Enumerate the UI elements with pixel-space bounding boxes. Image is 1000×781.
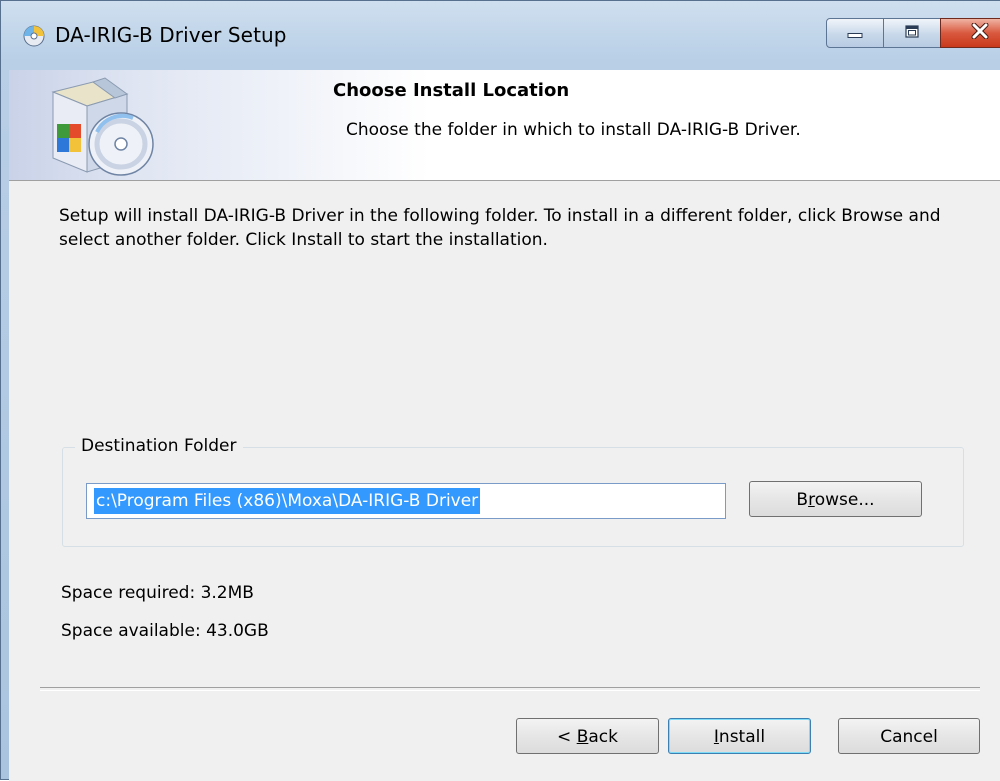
maximize-button[interactable] xyxy=(883,18,941,48)
close-icon xyxy=(971,22,989,43)
page-subtitle: Choose the folder in which to install DA… xyxy=(346,120,801,140)
installer-window: DA-IRIG-B Driver Setup Choose Install Lo… xyxy=(0,0,1000,781)
minimize-button[interactable] xyxy=(826,18,884,48)
minimize-icon xyxy=(847,24,863,43)
browse-button[interactable]: Browse... xyxy=(749,481,922,517)
dialog-client-area: Choose Install Location Choose the folde… xyxy=(9,70,1000,781)
dialog-header: Choose Install Location Choose the folde… xyxy=(9,70,1000,181)
close-button[interactable] xyxy=(940,18,1000,48)
installer-box-disc-icon xyxy=(35,74,163,176)
cancel-button[interactable]: Cancel xyxy=(838,718,980,754)
maximize-icon xyxy=(904,24,920,43)
back-button[interactable]: < Back xyxy=(516,718,659,754)
install-button[interactable]: Install xyxy=(668,718,811,754)
title-bar[interactable]: DA-IRIG-B Driver Setup xyxy=(1,1,1000,69)
footer-separator xyxy=(40,687,980,691)
destination-folder-group: Destination Folder c:\Program Files (x86… xyxy=(62,436,964,547)
space-required: Space required: 3.2MB xyxy=(61,583,254,603)
window-title: DA-IRIG-B Driver Setup xyxy=(55,23,287,47)
destination-path-input[interactable]: c:\Program Files (x86)\Moxa\DA-IRIG-B Dr… xyxy=(86,483,726,519)
destination-path-value: c:\Program Files (x86)\Moxa\DA-IRIG-B Dr… xyxy=(94,488,481,514)
space-available: Space available: 43.0GB xyxy=(61,621,269,641)
setup-disc-icon xyxy=(23,25,45,47)
intro-text: Setup will install DA-IRIG-B Driver in t… xyxy=(59,206,941,250)
page-title: Choose Install Location xyxy=(333,80,570,101)
destination-folder-label: Destination Folder xyxy=(75,436,243,456)
